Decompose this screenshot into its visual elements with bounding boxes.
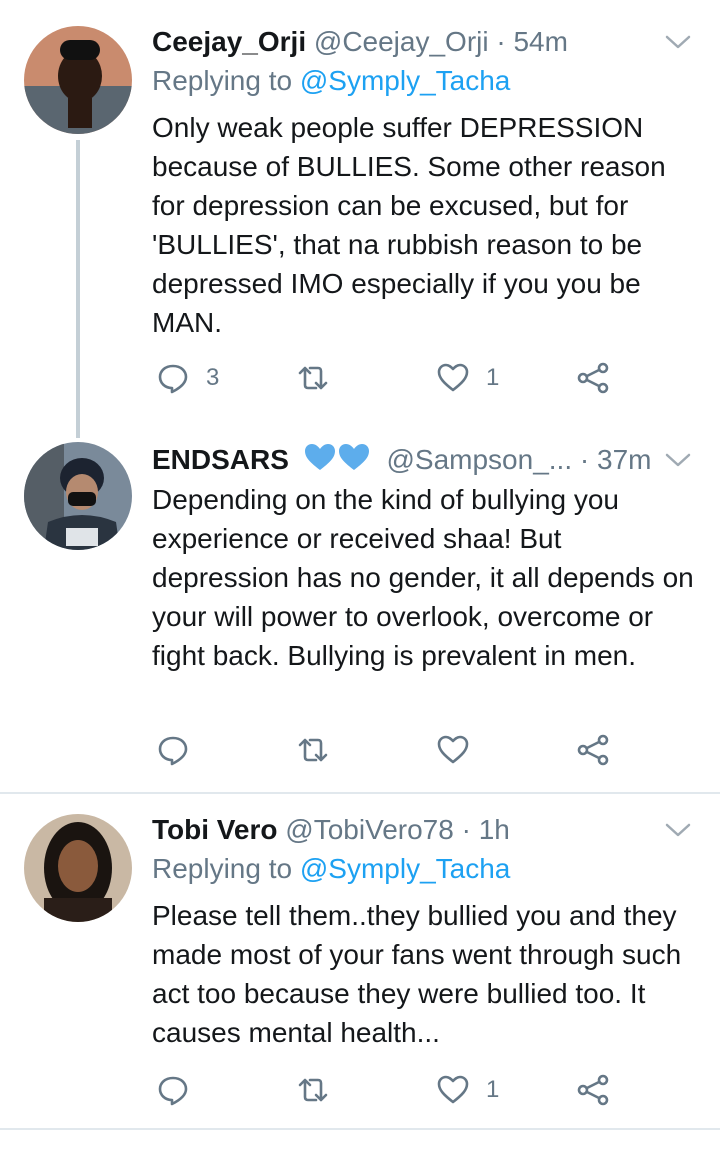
like-button[interactable] bbox=[436, 730, 486, 770]
display-name[interactable]: ENDSARS bbox=[152, 444, 289, 475]
retweet-icon bbox=[298, 366, 328, 390]
tweet-header: Ceejay_Orji @Ceejay_Orji · 54m bbox=[152, 24, 660, 60]
share-button[interactable] bbox=[576, 358, 610, 398]
user-handle[interactable]: @TobiVero78 bbox=[285, 814, 454, 845]
reply-button[interactable] bbox=[156, 1070, 206, 1110]
replying-prefix: Replying to bbox=[152, 853, 293, 884]
retweet-icon bbox=[298, 738, 328, 762]
chevron-down-icon[interactable] bbox=[664, 450, 692, 470]
tweet-3[interactable]: Tobi Vero @TobiVero78 · 1h Replying to @… bbox=[0, 794, 720, 1130]
timestamp[interactable]: 1h bbox=[479, 814, 510, 845]
share-icon bbox=[577, 362, 609, 394]
replying-to-link[interactable]: @Symply_Tacha bbox=[300, 853, 511, 884]
heart-icon bbox=[437, 1075, 469, 1104]
name-emoji bbox=[303, 442, 373, 481]
tweet-actions: 1 bbox=[152, 1070, 672, 1110]
chevron-down-icon[interactable] bbox=[664, 32, 692, 52]
tweet-2[interactable]: ENDSARS @Sampson_... · 37m Depending on … bbox=[0, 440, 720, 790]
reply-icon bbox=[158, 736, 188, 766]
replying-prefix: Replying to bbox=[152, 65, 293, 96]
divider bbox=[0, 1128, 720, 1130]
retweet-button[interactable] bbox=[296, 358, 346, 398]
share-icon bbox=[577, 734, 609, 766]
reply-button[interactable]: 3 bbox=[156, 358, 219, 398]
replying-to-link[interactable]: @Symply_Tacha bbox=[300, 65, 511, 96]
tweet-1[interactable]: Ceejay_Orji @Ceejay_Orji · 54m Replying … bbox=[0, 0, 720, 440]
tweet-text: Depending on the kind of bullying you ex… bbox=[152, 484, 694, 671]
share-button[interactable] bbox=[576, 730, 610, 770]
user-handle[interactable]: @Sampson_... bbox=[386, 444, 572, 475]
avatar[interactable] bbox=[24, 814, 132, 922]
share-icon bbox=[577, 1074, 609, 1106]
user-handle[interactable]: @Ceejay_Orji bbox=[314, 26, 489, 57]
reply-count: 3 bbox=[206, 364, 220, 391]
chevron-down-icon[interactable] bbox=[664, 820, 692, 840]
share-button[interactable] bbox=[576, 1070, 610, 1110]
blue-heart-icon bbox=[304, 444, 369, 471]
separator-dot: · bbox=[579, 444, 590, 475]
replying-to: Replying to @Symply_Tacha bbox=[152, 851, 510, 887]
retweet-button[interactable] bbox=[296, 1070, 346, 1110]
separator-dot: · bbox=[496, 26, 506, 57]
reply-icon bbox=[158, 364, 188, 394]
like-button[interactable]: 1 bbox=[436, 358, 499, 398]
avatar[interactable] bbox=[24, 26, 132, 134]
like-count: 1 bbox=[486, 1076, 500, 1103]
replying-to: Replying to @Symply_Tacha bbox=[152, 63, 510, 99]
tweet-header: Tobi Vero @TobiVero78 · 1h bbox=[152, 812, 660, 848]
tweet-actions: 3 1 bbox=[152, 358, 672, 398]
separator-dot: · bbox=[461, 814, 471, 845]
tweet-text: Only weak people suffer DEPRESSION becau… bbox=[152, 112, 666, 338]
avatar[interactable] bbox=[24, 442, 132, 550]
tweet-header: ENDSARS @Sampson_... · 37m bbox=[152, 442, 660, 481]
retweet-icon bbox=[298, 1078, 328, 1102]
timestamp[interactable]: 37m bbox=[597, 444, 651, 475]
display-name[interactable]: Tobi Vero bbox=[152, 814, 278, 845]
heart-icon bbox=[437, 363, 469, 392]
reply-button[interactable] bbox=[156, 730, 206, 770]
heart-icon bbox=[437, 735, 469, 764]
like-count: 1 bbox=[486, 364, 500, 391]
display-name[interactable]: Ceejay_Orji bbox=[152, 26, 306, 57]
reply-icon bbox=[158, 1076, 188, 1106]
tweet-text: Please tell them..they bullied you and t… bbox=[152, 900, 682, 1048]
tweet-actions bbox=[152, 730, 672, 770]
timestamp[interactable]: 54m bbox=[513, 26, 567, 57]
retweet-button[interactable] bbox=[296, 730, 346, 770]
thread-connector bbox=[76, 140, 80, 438]
like-button[interactable]: 1 bbox=[436, 1070, 499, 1110]
